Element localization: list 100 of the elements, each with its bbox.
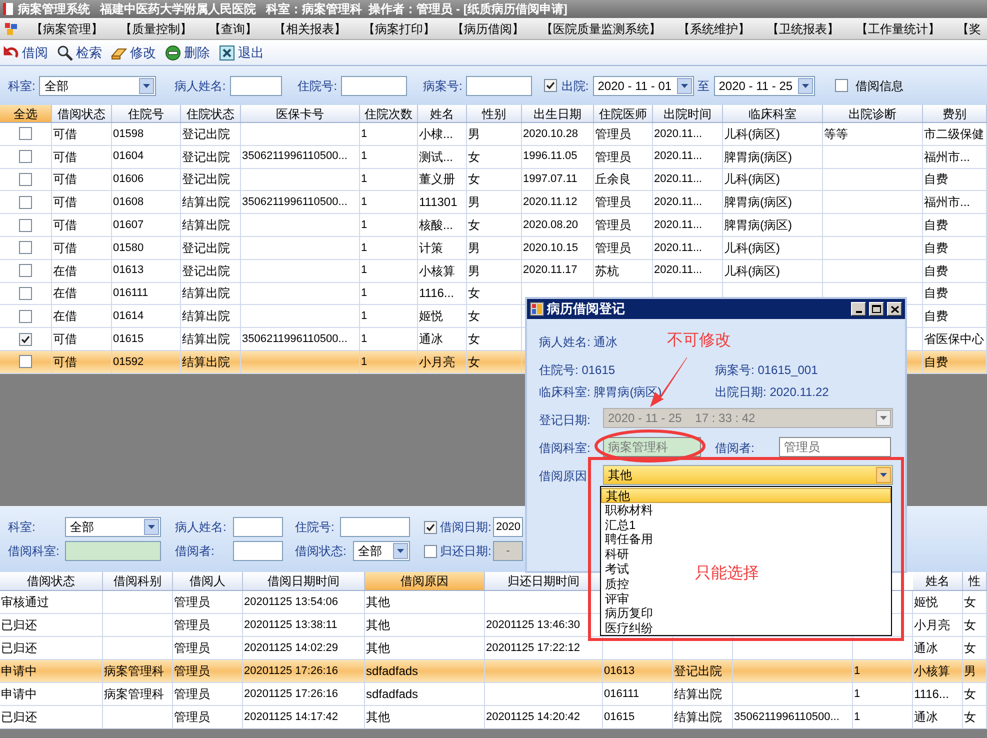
table-row[interactable]: 申请中 病案管理科 管理员 20201125 17:26:16 sdfadfads 01613 登记出院 1 小核算 男 — [0, 660, 987, 683]
column-header[interactable]: 出生日期 — [522, 105, 594, 122]
borrow-status-dropdown[interactable]: 全部 — [353, 541, 410, 561]
column-header[interactable]: 费别 — [923, 105, 987, 122]
return-date-field[interactable]: - — [493, 541, 523, 561]
table-cell: 可借 — [52, 168, 112, 190]
column-header[interactable]: 借阅状态 — [0, 572, 103, 590]
column-header[interactable]: 借阅日期时间 — [243, 572, 365, 590]
field-label: 至 — [698, 78, 710, 94]
toolbar-button[interactable]: 检索 — [57, 42, 102, 62]
column-header[interactable]: 出院时间 — [653, 105, 723, 122]
table-cell: 可借 — [52, 236, 112, 259]
column-header[interactable]: 性别 — [467, 105, 522, 122]
column-header[interactable]: 借阅原因 — [365, 572, 485, 590]
menu-item[interactable]: 【病案打印】 — [359, 20, 439, 38]
dropdown-option[interactable]: 职称材料 — [601, 502, 657, 518]
table-row[interactable]: 已归还 管理员 20201125 14:17:42 其他 20201125 14:20:42 01615 结算出院 3506211996110500... 1 通冰 女 — [0, 706, 987, 729]
field-label: 科室: — [8, 78, 36, 94]
borrower-field[interactable]: 管理员 — [779, 437, 891, 457]
column-header[interactable]: 姓名 — [913, 572, 963, 590]
toolbar-button[interactable]: 退出 — [219, 42, 264, 62]
dropdown-option[interactable]: 质控 — [601, 576, 633, 592]
menu-item[interactable]: 【相关报表】 — [270, 20, 350, 38]
column-header[interactable]: 住院医师 — [594, 105, 653, 122]
field-label: 病人姓名: — [175, 519, 228, 536]
menu-item[interactable]: 【病案管理】 — [27, 20, 107, 38]
column-header[interactable]: 住院次数 — [360, 105, 418, 122]
table-cell: 管理员 — [173, 591, 243, 613]
table-row[interactable]: 可借 01598 登记出院 1 小棣... 男 2020.10.28 管理员 2020.11... 儿科(病区) 等等 市二级保健 — [0, 123, 987, 146]
table-cell: 20201125 17:26:16 — [243, 683, 365, 705]
table-row[interactable]: 可借 01580 登记出院 1 计策 男 2020.10.15 管理员 2020.11... 儿科(病区) 自费 — [0, 236, 987, 260]
menu-item[interactable]: 【质量控制】 — [116, 20, 196, 38]
dropdown-option[interactable]: 汇总1 — [601, 518, 640, 532]
table-cell: 01607 — [112, 214, 181, 236]
dropdown-option[interactable]: 聘任备用 — [601, 532, 657, 548]
dropdown-option[interactable]: 评审 — [601, 592, 633, 606]
menu-item[interactable]: 【卫统报表】 — [763, 20, 843, 38]
table-cell: 通冰 — [418, 328, 467, 350]
column-header[interactable]: 归还日期时间 — [485, 572, 603, 590]
menu-item[interactable]: 【查询】 — [205, 20, 261, 38]
field-label: 借阅科室: — [8, 543, 60, 560]
table-cell: 3506211996110500... — [241, 328, 360, 350]
toolbar-button[interactable]: 借阅 — [3, 42, 48, 62]
table-cell: 01613 — [112, 260, 181, 282]
field-label: 借阅科室: — [539, 441, 590, 455]
table-cell: 2020.11... — [653, 260, 723, 282]
table-cell: 结算出院 — [673, 683, 733, 705]
menu-item[interactable]: 【奖 — [953, 20, 985, 38]
column-header[interactable]: 医保卡号 — [241, 105, 360, 122]
dropdown-option[interactable]: 医疗纠纷 — [601, 621, 657, 636]
table-cell: 其他 — [365, 706, 485, 728]
table-cell: 病案管理科 — [103, 683, 173, 705]
table-cell: 女 — [963, 614, 987, 636]
toolbar-button[interactable]: 修改 — [111, 42, 156, 62]
table-cell: 管理员 — [173, 706, 243, 728]
menu-item[interactable]: 【系统维护】 — [674, 20, 754, 38]
end-date-picker[interactable]: 2020 - 11 - 25 — [714, 76, 815, 96]
field-label: 登记日期: — [539, 413, 590, 427]
table-cell: 2020.11.12 — [522, 191, 594, 214]
column-header[interactable]: 借阅状态 — [52, 105, 112, 122]
table-row[interactable]: 已归还 管理员 20201125 14:02:29 其他 20201125 17:22:12 通冰 女 — [0, 637, 987, 660]
menu-item[interactable]: 【医院质量监测系统】 — [537, 20, 665, 38]
dropdown-option[interactable]: 科研 — [601, 547, 633, 562]
table-row[interactable]: 在借 01613 登记出院 1 小核算 男 2020.11.17 苏杭 2020.11... 儿科(病区) 自费 — [0, 260, 987, 283]
table-row[interactable]: 可借 01607 结算出院 1 核酸... 女 2020.08.20 管理员 2020.11... 脾胃病(病区) 自费 — [0, 214, 987, 237]
table-cell: 01615 — [603, 706, 673, 728]
table-row[interactable]: 可借 01608 结算出院 3506211996110500... 1 111301 男 2020.11.12 管理员 2020.11... 脾胃病(病区) 福州市... — [0, 191, 987, 214]
column-header[interactable]: 性 — [963, 572, 987, 590]
table-cell: 管理员 — [594, 123, 653, 145]
dropdown-option[interactable]: 其他 — [601, 488, 891, 503]
field-label: 借阅日期: — [440, 519, 492, 536]
department-dropdown[interactable]: 全部 — [39, 76, 156, 96]
column-header[interactable]: 临床科室 — [723, 105, 823, 122]
table-cell: 其他 — [365, 591, 485, 613]
column-header[interactable]: 出院诊断 — [823, 105, 923, 122]
start-date-picker[interactable]: 2020 - 11 - 01 — [592, 76, 694, 96]
department-dropdown[interactable]: 全部 — [65, 517, 161, 537]
table-row[interactable]: 可借 01606 登记出院 1 董义册 女 1997.07.11 丘余良 2020.11... 儿科(病区) 自费 — [0, 168, 987, 192]
column-header[interactable]: 姓名 — [418, 105, 467, 122]
menu-item[interactable]: 【病历借阅】 — [448, 20, 528, 38]
table-row[interactable]: 申请中 病案管理科 管理员 20201125 17:26:16 sdfadfads 016111 结算出院 1 1116... 女 — [0, 683, 987, 706]
borrow-date-field[interactable]: 2020 — [493, 517, 523, 537]
table-cell: 脾胃病(病区) — [723, 214, 823, 236]
dropdown-option[interactable]: 考试 — [601, 562, 633, 577]
table-cell: 1 — [360, 168, 418, 190]
field-label: 住院号: — [295, 519, 336, 536]
column-header[interactable]: 住院号 — [112, 105, 181, 122]
column-header[interactable]: 借阅人 — [173, 572, 243, 590]
table-cell: 可借 — [52, 146, 112, 168]
toolbar-button[interactable]: 删除 — [165, 42, 210, 62]
table-cell: 女 — [467, 146, 522, 168]
table-cell: 结算出院 — [181, 191, 241, 214]
column-header[interactable]: 借阅科别 — [103, 572, 173, 590]
column-header[interactable]: 住院状态 — [181, 105, 241, 122]
table-cell: 2020.11... — [653, 123, 723, 145]
table-row[interactable]: 可借 01604 登记出院 3506211996110500... 1 测试... 女 1996.11.05 管理员 2020.11... 脾胃病(病区) 福州市... — [0, 146, 987, 169]
select-all-header[interactable]: 全选 — [0, 105, 52, 122]
reason-dropdown[interactable]: 其他 — [603, 465, 893, 485]
menu-item[interactable]: 【工作量统计】 — [852, 20, 944, 38]
table-cell: 登记出院 — [181, 146, 241, 168]
